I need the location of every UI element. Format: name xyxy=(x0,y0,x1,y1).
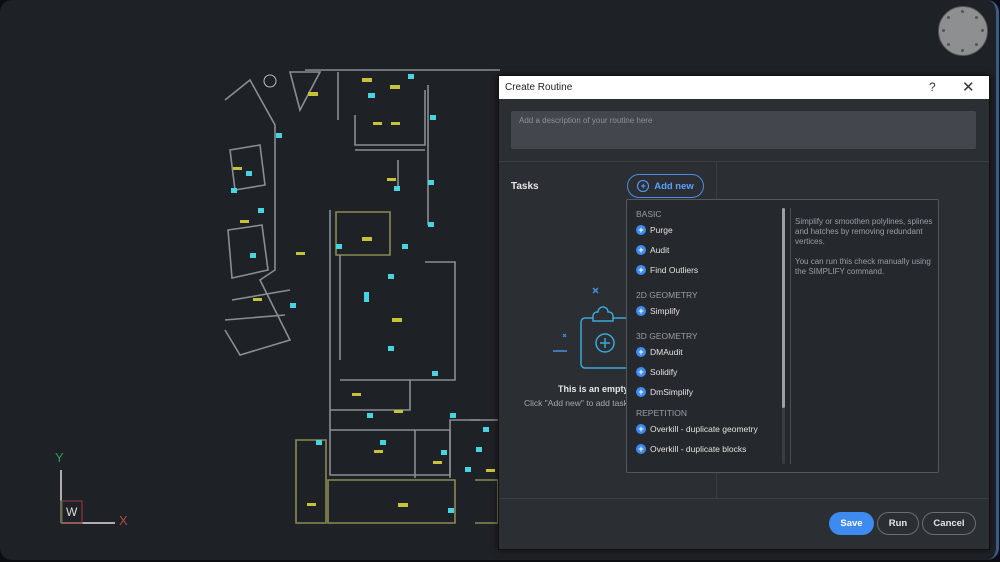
task-description-hint: You can run this check manually using th… xyxy=(795,257,931,276)
ucs-w-label: W xyxy=(66,505,78,519)
divider xyxy=(790,208,791,464)
add-task-dropdown: BASIC + Purge + Audit + Find Outliers 2D GE… xyxy=(626,199,939,473)
add-new-button[interactable]: + Add new xyxy=(627,174,704,198)
add-new-label: Add new xyxy=(654,180,694,192)
ucs-y-label: Y xyxy=(55,450,64,465)
plus-icon: + xyxy=(636,225,646,235)
cancel-button[interactable]: Cancel xyxy=(922,512,976,535)
plus-icon: + xyxy=(636,265,646,275)
task-item-overkill-blocks[interactable]: + Overkill - duplicate blocks xyxy=(627,439,782,459)
category-2d-geometry: 2D GEOMETRY xyxy=(636,290,698,300)
plus-circle-icon: + xyxy=(637,180,650,192)
ucs-icon: Y W X xyxy=(50,450,140,535)
empty-state-title: This is an empty xyxy=(558,384,629,394)
plus-icon: + xyxy=(636,367,646,377)
close-button[interactable]: ✕ xyxy=(962,78,975,96)
description-input[interactable]: Add a description of your routine here xyxy=(511,111,976,149)
task-item-dmaudit[interactable]: + DMAudit xyxy=(627,342,782,362)
task-item-find-outliers[interactable]: + Find Outliers xyxy=(627,260,782,280)
task-item-label: Overkill - duplicate geometry xyxy=(650,424,758,434)
task-item-label: Solidify xyxy=(650,367,678,377)
save-button[interactable]: Save xyxy=(829,512,874,535)
task-description-text: Simplify or smoothen polylines, splines … xyxy=(795,217,933,246)
task-item-label: Purge xyxy=(650,225,673,235)
task-item-label: Overkill - duplicate blocks xyxy=(650,444,747,454)
dropdown-scrollbar[interactable] xyxy=(782,208,785,464)
tasks-label: Tasks xyxy=(511,181,539,192)
plus-icon: + xyxy=(636,347,646,357)
run-button[interactable]: Run xyxy=(877,512,919,535)
ucs-x-label: X xyxy=(119,513,128,528)
category-3d-geometry: 3D GEOMETRY xyxy=(636,331,698,341)
task-item-overkill-geometry[interactable]: + Overkill - duplicate geometry xyxy=(627,419,782,439)
divider xyxy=(499,161,989,162)
create-routine-dialog: Create Routine ? ✕ Add a description of … xyxy=(498,75,990,550)
task-item-label: Find Outliers xyxy=(650,265,699,275)
category-repetition: REPETITION xyxy=(636,408,688,418)
category-basic: BASIC xyxy=(636,209,662,219)
task-item-label: Audit xyxy=(650,245,670,255)
plus-icon: + xyxy=(636,245,646,255)
task-item-simplify[interactable]: + Simplify xyxy=(627,301,782,321)
dialog-title: Create Routine xyxy=(505,82,573,93)
task-item-purge[interactable]: + Purge xyxy=(627,220,782,240)
help-button[interactable]: ? xyxy=(929,80,936,94)
empty-clipboard-icon xyxy=(553,287,629,369)
viewcube-compass[interactable] xyxy=(938,6,988,56)
task-list: BASIC + Purge + Audit + Find Outliers 2D GE… xyxy=(627,200,782,459)
plus-icon: + xyxy=(636,444,646,454)
task-item-audit[interactable]: + Audit xyxy=(627,240,782,260)
task-item-label: Simplify xyxy=(650,306,680,316)
empty-state-subtitle: Click "Add new" to add task xyxy=(524,398,628,408)
description-placeholder: Add a description of your routine here xyxy=(519,116,653,125)
plus-icon: + xyxy=(636,306,646,316)
task-description: Simplify or smoothen polylines, splines … xyxy=(795,217,935,287)
task-item-solidify[interactable]: + Solidify xyxy=(627,362,782,382)
task-item-label: DMAudit xyxy=(650,347,683,357)
footer-divider xyxy=(499,498,989,499)
task-item-dmsimplify[interactable]: + DmSimplify xyxy=(627,382,782,402)
task-item-label: DmSimplify xyxy=(650,387,693,397)
cad-screen: Y W X Create Routine ? ✕ Add a descripti… xyxy=(0,0,999,560)
dialog-titlebar[interactable]: Create Routine ? ✕ xyxy=(499,76,989,99)
scrollbar-thumb[interactable] xyxy=(782,208,785,408)
plus-icon: + xyxy=(636,387,646,397)
plus-icon: + xyxy=(636,424,646,434)
